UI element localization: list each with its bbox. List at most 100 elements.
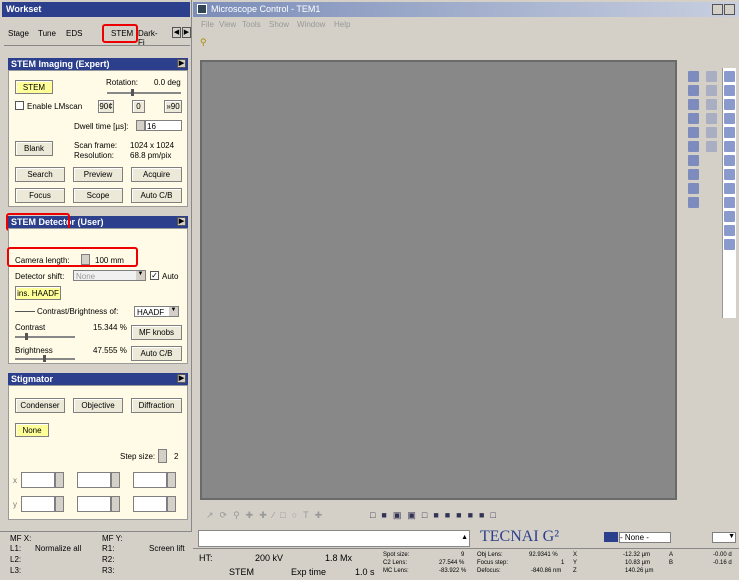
- stig-x2[interactable]: [77, 472, 111, 488]
- tool-icon[interactable]: [724, 169, 735, 180]
- stigmator-body: Condenser Objective Diffraction None Ste…: [8, 385, 188, 520]
- focus-button[interactable]: Focus: [15, 188, 65, 203]
- rotate-right-90-button[interactable]: »90: [164, 100, 182, 113]
- tab-stage[interactable]: Stage: [8, 29, 29, 38]
- collapse-icon[interactable]: ▶: [177, 217, 186, 226]
- tool-icon[interactable]: [705, 99, 717, 110]
- stig-y1[interactable]: [21, 496, 55, 512]
- stig-x3-spinner[interactable]: [167, 472, 176, 488]
- screen-lift[interactable]: Screen lift: [149, 544, 185, 553]
- tab-tune[interactable]: Tune: [38, 29, 56, 38]
- mf-knobs-button[interactable]: MF knobs: [131, 325, 182, 340]
- maximize-button[interactable]: [724, 4, 735, 15]
- tool-icon[interactable]: [705, 127, 717, 138]
- collapse-icon[interactable]: ▶: [177, 374, 186, 383]
- tool-icon[interactable]: [724, 141, 735, 152]
- stigmator-header[interactable]: Stigmator ▶: [8, 373, 188, 385]
- contrast-slider[interactable]: [15, 333, 75, 340]
- tool-icon[interactable]: [705, 141, 717, 152]
- lmscan-checkbox[interactable]: [15, 101, 24, 110]
- tool-icon[interactable]: [724, 71, 735, 82]
- none-select[interactable]: - None -: [619, 532, 671, 543]
- step-size-spinner[interactable]: [158, 449, 167, 463]
- dwell-field[interactable]: 16: [145, 120, 182, 131]
- pin-icon[interactable]: ⚲: [200, 37, 210, 47]
- tool-icon[interactable]: [724, 183, 735, 194]
- tool-icon[interactable]: [687, 169, 699, 180]
- preview-button[interactable]: Preview: [73, 167, 123, 182]
- tab-eds[interactable]: EDS: [66, 29, 82, 38]
- stig-x1-spinner[interactable]: [55, 472, 64, 488]
- stig-y3[interactable]: [133, 496, 167, 512]
- color-swatch-icon[interactable]: [604, 532, 618, 542]
- tab-scroll-right-icon[interactable]: ▶: [182, 27, 191, 38]
- auto-cb-button[interactable]: Auto C/B: [131, 188, 182, 203]
- tool-icon[interactable]: [687, 113, 699, 124]
- tool-icon[interactable]: [724, 113, 735, 124]
- menu-help[interactable]: Help: [334, 20, 350, 29]
- cb-of-select[interactable]: HAADF ▼: [134, 306, 179, 317]
- stig-y1-spinner[interactable]: [55, 496, 64, 512]
- stig-y2-spinner[interactable]: [111, 496, 120, 512]
- tab-scroll-left-icon[interactable]: ◀: [172, 27, 181, 38]
- tool-icon[interactable]: [724, 155, 735, 166]
- tool-icon[interactable]: [705, 71, 717, 82]
- scope-button[interactable]: Scope: [73, 188, 123, 203]
- menu-window[interactable]: Window: [297, 20, 325, 29]
- menu-file[interactable]: File: [201, 20, 214, 29]
- chevron-up-icon[interactable]: ▲: [461, 534, 468, 541]
- minimize-button[interactable]: [712, 4, 723, 15]
- blank-button[interactable]: Blank: [15, 141, 53, 156]
- menu-view[interactable]: View: [219, 20, 236, 29]
- tool-icon[interactable]: [724, 85, 735, 96]
- step-size-label: Step size:: [120, 452, 156, 461]
- tool-icon[interactable]: [724, 99, 735, 110]
- image-viewport[interactable]: [200, 60, 677, 500]
- tool-icon[interactable]: [687, 141, 699, 152]
- tool-icon[interactable]: [724, 197, 735, 208]
- rotation-slider[interactable]: [107, 89, 181, 96]
- tool-icon[interactable]: [724, 211, 735, 222]
- collapse-icon[interactable]: ▶: [177, 59, 186, 68]
- objective-button[interactable]: Objective: [73, 398, 123, 413]
- tool-icon[interactable]: [687, 99, 699, 110]
- tool-icon[interactable]: [687, 197, 699, 208]
- tool-icon[interactable]: [687, 155, 699, 166]
- stig-x3[interactable]: [133, 472, 167, 488]
- tool-icon[interactable]: [705, 85, 717, 96]
- stage-a-label: A: [669, 552, 674, 558]
- right-toolbar-3: [722, 68, 736, 318]
- ins-haadf-button[interactable]: ins. HAADF: [15, 286, 61, 300]
- tool-icon[interactable]: [724, 127, 735, 138]
- menu-tools[interactable]: Tools: [242, 20, 261, 29]
- acquire-button[interactable]: Acquire: [131, 167, 182, 182]
- tool-icon[interactable]: [687, 85, 699, 96]
- stem-imaging-header[interactable]: STEM Imaging (Expert) ▶: [8, 58, 188, 70]
- normalize-all[interactable]: Normalize all: [35, 544, 81, 553]
- tool-icon[interactable]: [687, 127, 699, 138]
- detector-auto-cb-button[interactable]: Auto C/B: [131, 346, 182, 361]
- tool-icon[interactable]: [687, 71, 699, 82]
- stig-x2-spinner[interactable]: [111, 472, 120, 488]
- stig-y2[interactable]: [77, 496, 111, 512]
- rotate-left-90-button[interactable]: 90¢: [98, 100, 114, 113]
- search-button[interactable]: Search: [15, 167, 65, 182]
- detector-shift-select[interactable]: None ▼: [73, 270, 146, 281]
- stig-y3-spinner[interactable]: [167, 496, 176, 512]
- rotate-zero-button[interactable]: 0: [132, 100, 145, 113]
- status-input[interactable]: ▲: [198, 530, 470, 547]
- brightness-slider[interactable]: [15, 355, 75, 362]
- menu-show[interactable]: Show: [269, 20, 289, 29]
- stig-x1[interactable]: [21, 472, 55, 488]
- auto-checkbox[interactable]: ✓: [150, 271, 159, 280]
- tool-icon[interactable]: [724, 225, 735, 236]
- tool-icon[interactable]: [724, 239, 735, 250]
- stem-button[interactable]: STEM: [15, 80, 53, 94]
- tool-icon[interactable]: [705, 113, 717, 124]
- dwell-spinner[interactable]: [136, 120, 145, 131]
- tool-icon[interactable]: [687, 183, 699, 194]
- diffraction-button[interactable]: Diffraction: [131, 398, 182, 413]
- right-select[interactable]: ▼: [712, 532, 736, 543]
- none-button[interactable]: None: [15, 423, 49, 437]
- condenser-button[interactable]: Condenser: [15, 398, 65, 413]
